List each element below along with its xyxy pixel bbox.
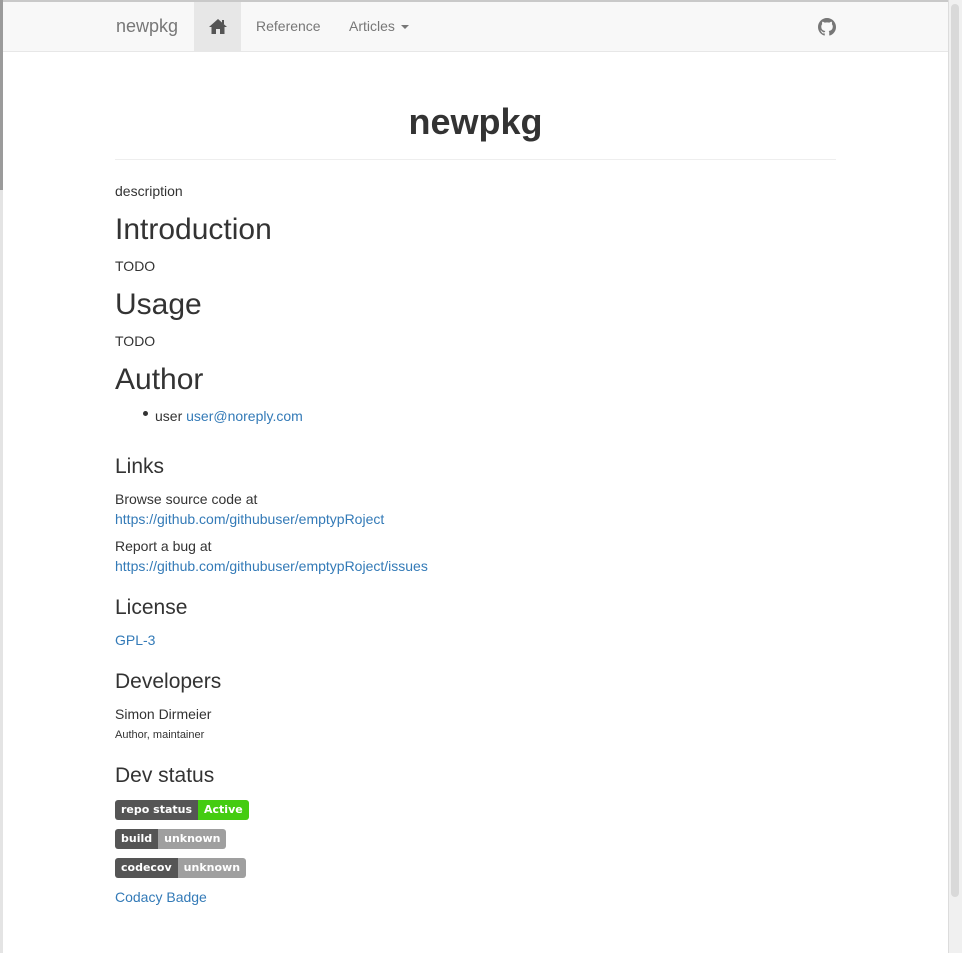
badge-value: unknown [158,829,227,849]
page-title: newpkg [408,101,543,142]
introduction-heading: Introduction [115,213,272,246]
badge-label: codecov [115,858,178,878]
license-link[interactable]: GPL-3 [115,630,155,650]
codacy-badge-link[interactable]: Codacy Badge [115,887,207,907]
nav-github[interactable] [818,18,836,36]
list-bullet [143,411,148,416]
repo-status-badge[interactable]: repo status Active [115,800,249,820]
caret-down-icon [400,25,409,30]
title-divider [115,159,836,160]
usage-heading: Usage [115,288,202,321]
author-heading: Author [115,363,204,396]
vertical-scrollbar[interactable] [948,0,962,953]
top-navbar: newpkg Reference Articles [3,2,948,52]
nav-reference[interactable]: Reference [256,18,321,34]
browse-label: Browse source code at [115,491,258,507]
bug-label: Report a bug at [115,538,212,554]
nav-home[interactable] [194,2,241,51]
brand-link[interactable]: newpkg [116,16,178,37]
bug-report-link[interactable]: https://github.com/githubuser/emptypRoje… [115,556,428,576]
license-heading: License [115,596,188,619]
author-email-link[interactable]: user@noreply.com [186,408,303,424]
codecov-badge[interactable]: codecov unknown [115,858,247,878]
author-name: user [155,408,183,424]
developer-role: Author, maintainer [115,729,205,741]
home-icon [208,19,227,34]
github-icon [818,18,836,36]
author-item: user user@noreply.com [155,406,303,426]
developer-name: Simon Dirmeier [115,706,212,722]
developers-heading: Developers [115,670,222,693]
dev-status-heading: Dev status [115,764,215,787]
nav-articles[interactable]: Articles [349,18,409,34]
usage-text: TODO [115,333,156,349]
scrollbar-thumb[interactable] [951,4,959,897]
badge-value: unknown [177,858,247,878]
introduction-text: TODO [115,258,156,274]
source-code-link[interactable]: https://github.com/githubuser/emptypRoje… [115,509,384,529]
links-heading: Links [115,455,165,478]
window-left-edge [0,0,3,953]
badge-value: Active [198,800,249,820]
badge-label: repo status [115,800,199,820]
nav-articles-label: Articles [349,18,395,34]
build-badge[interactable]: build unknown [115,829,227,849]
badge-label: build [115,829,159,849]
description-text: description [115,183,183,199]
